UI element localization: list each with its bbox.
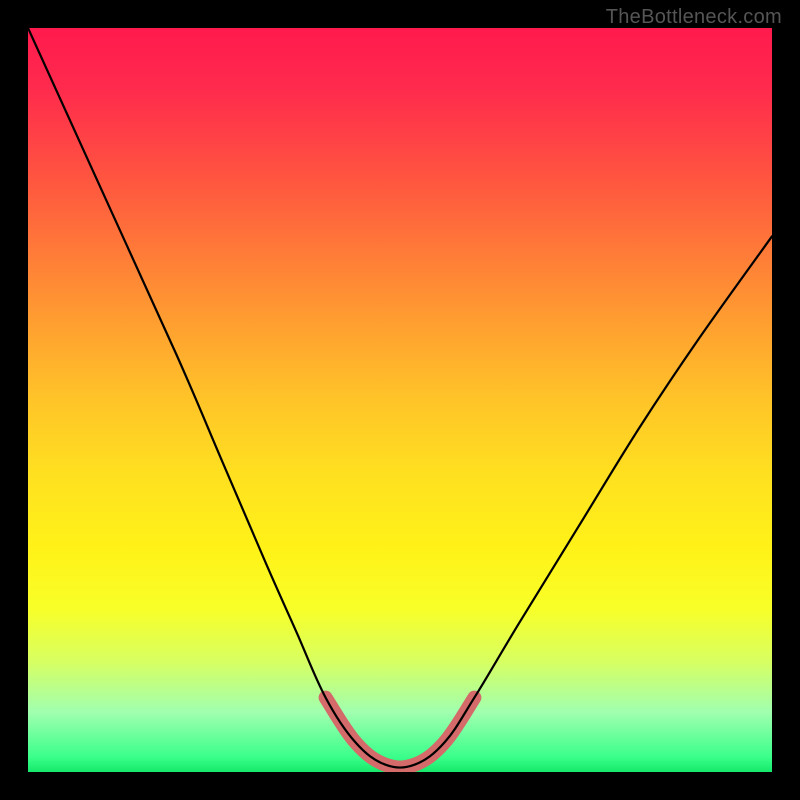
bottleneck-curve-svg (28, 28, 772, 772)
bottleneck-curve (28, 28, 772, 768)
chart-container: TheBottleneck.com (0, 0, 800, 800)
watermark-text: TheBottleneck.com (606, 6, 782, 29)
plot-area (28, 28, 772, 772)
